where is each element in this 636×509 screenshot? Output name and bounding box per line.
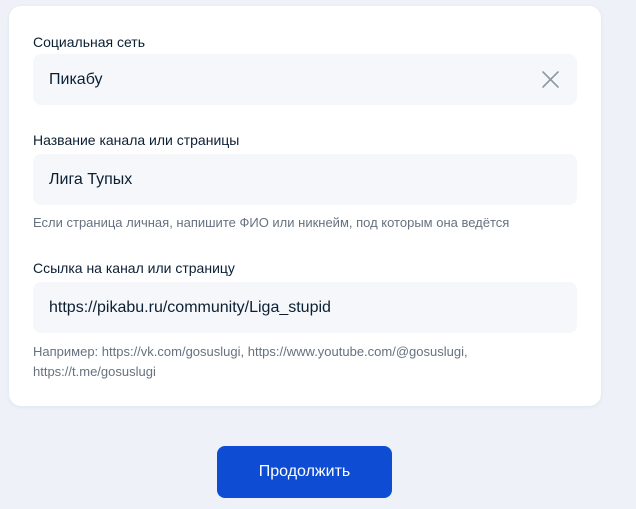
channel-name-hint: Если страница личная, напишите ФИО или н…: [33, 215, 510, 230]
channel-name-value: Лига Тупых: [49, 171, 133, 188]
social-network-label: Социальная сеть: [33, 34, 145, 50]
channel-name-input[interactable]: Лига Тупых: [33, 154, 577, 205]
social-network-select[interactable]: Пикабу: [33, 54, 577, 105]
channel-link-value: https://pikabu.ru/community/Liga_stupid: [49, 299, 331, 316]
channel-name-label: Название канала или страницы: [33, 132, 240, 148]
channel-link-label: Ссылка на канал или страницу: [33, 260, 235, 276]
form-card: Социальная сеть Пикабу Название канала и…: [9, 6, 601, 406]
channel-link-input[interactable]: https://pikabu.ru/community/Liga_stupid: [33, 282, 577, 333]
social-network-value: Пикабу: [49, 71, 103, 88]
continue-button[interactable]: Продолжить: [217, 446, 392, 498]
channel-link-hint: Например: https://vk.com/gosuslugi, http…: [33, 344, 468, 379]
close-icon[interactable]: [540, 69, 561, 90]
